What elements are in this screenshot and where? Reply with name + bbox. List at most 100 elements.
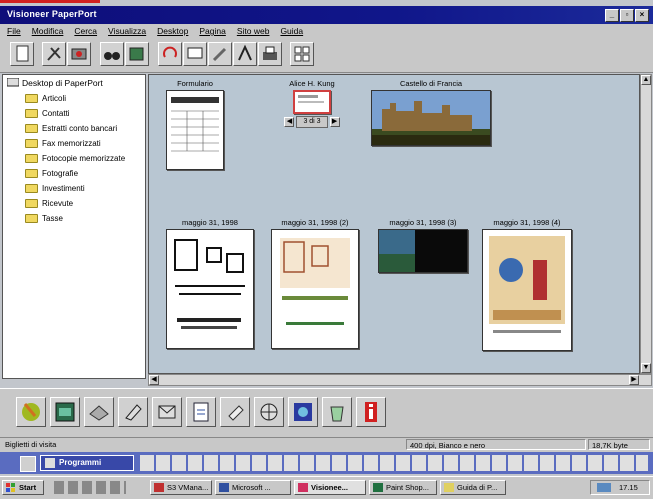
page-view-button[interactable] xyxy=(10,42,34,66)
document-thumbnail[interactable] xyxy=(482,229,572,351)
link-button[interactable] xyxy=(356,397,386,427)
printer-icon xyxy=(89,405,109,421)
scroll-left-button[interactable]: ◀ xyxy=(149,375,159,385)
find-button[interactable] xyxy=(100,42,124,66)
view-button[interactable] xyxy=(183,42,207,66)
folder-label: Ricevute xyxy=(42,199,74,208)
link-button[interactable] xyxy=(288,397,318,427)
item-maggio-1[interactable]: maggio 31, 1998 xyxy=(165,218,255,349)
status-left: Biglietti di visita xyxy=(5,440,57,449)
photo-thumbnail[interactable] xyxy=(371,90,491,146)
link-button[interactable] xyxy=(220,397,250,427)
menu-visualizza[interactable]: Visualizza xyxy=(108,24,146,38)
prev-page-button[interactable]: ◀ xyxy=(284,117,295,127)
window-title: Visioneer PaperPort xyxy=(7,9,97,19)
document-thumbnail[interactable] xyxy=(166,90,224,170)
grid-icon xyxy=(294,46,310,62)
link-button[interactable] xyxy=(152,397,182,427)
castle-photo-icon xyxy=(372,91,490,145)
editor-icon xyxy=(193,402,209,422)
menu-pagina[interactable]: Pagina xyxy=(199,24,225,38)
office-shortcut-icons[interactable] xyxy=(140,455,648,471)
office-bar-button[interactable] xyxy=(20,456,36,472)
business-card-thumbnail[interactable] xyxy=(293,90,331,114)
ocr-button[interactable] xyxy=(233,42,257,66)
sketch-page-icon xyxy=(174,239,245,329)
next-page-button[interactable]: ▶ xyxy=(329,117,340,127)
folder-label: Fax memorizzati xyxy=(42,139,101,148)
vertical-scrollbar[interactable]: ▲ ▼ xyxy=(640,74,652,374)
task-visioneer[interactable]: Visionee... xyxy=(294,480,366,495)
folder-investimenti[interactable]: Investimenti xyxy=(25,184,85,193)
menu-sito-web[interactable]: Sito web xyxy=(237,24,270,38)
item-maggio-3[interactable]: maggio 31, 1998 (3) xyxy=(375,218,471,273)
menu-file[interactable]: File xyxy=(7,24,21,38)
restore-button[interactable]: ▫ xyxy=(620,9,634,22)
quick-launch-icons[interactable] xyxy=(54,481,126,494)
tree-root[interactable]: Desktop di PaperPort xyxy=(7,78,103,88)
thumbnail-grid-button[interactable] xyxy=(290,42,314,66)
horizontal-scrollbar[interactable]: ◀ ▶ xyxy=(148,374,652,386)
task-paint-shop[interactable]: Paint Shop... xyxy=(369,480,437,495)
form-page-icon xyxy=(171,97,219,152)
landscape-photo-icon xyxy=(379,230,467,272)
link-button[interactable] xyxy=(84,397,114,427)
item-castello[interactable]: Castello di Francia xyxy=(369,79,493,146)
item-maggio-4[interactable]: maggio 31, 1998 (4) xyxy=(479,218,575,351)
document-thumbnail[interactable] xyxy=(271,229,359,349)
folder-fax[interactable]: Fax memorizzati xyxy=(25,139,101,148)
item-alice-kung[interactable]: Alice H. Kung ◀ 3 di 3 ▶ xyxy=(269,79,355,128)
speaker-icon[interactable] xyxy=(597,483,611,492)
task-microsoft[interactable]: Microsoft ... xyxy=(215,480,291,495)
stack-button[interactable] xyxy=(125,42,149,66)
task-s3-vmana[interactable]: S3 VMana... xyxy=(150,480,212,495)
programs-label: Programmi xyxy=(59,458,102,467)
rotate-button[interactable] xyxy=(158,42,182,66)
folder-icon xyxy=(25,184,38,193)
binoculars-icon xyxy=(104,52,120,60)
task-guida[interactable]: Guida di P... xyxy=(440,480,506,495)
menu-modifica[interactable]: Modifica xyxy=(32,24,64,38)
link-button[interactable] xyxy=(16,397,46,427)
link-button[interactable] xyxy=(50,397,80,427)
folder-fotografie[interactable]: Fotografie xyxy=(25,169,78,178)
scan-button[interactable] xyxy=(67,42,91,66)
minimize-button[interactable]: _ xyxy=(605,9,619,22)
document-thumbnail[interactable] xyxy=(166,229,254,349)
link-button[interactable] xyxy=(322,397,352,427)
folder-fotocopie[interactable]: Fotocopie memorizzate xyxy=(25,154,125,163)
folder-estratti-conto[interactable]: Estratti conto bancari xyxy=(25,124,117,133)
annotate-button[interactable] xyxy=(208,42,232,66)
rotate-icon xyxy=(163,46,177,58)
menu-cerca[interactable]: Cerca xyxy=(74,24,97,38)
title-bar[interactable]: Visioneer PaperPort _ ▫ × xyxy=(0,6,653,24)
folder-articoli[interactable]: Articoli xyxy=(25,94,66,103)
folder-contatti[interactable]: Contatti xyxy=(25,109,70,118)
photo-thumbnail[interactable] xyxy=(378,229,468,273)
start-button[interactable]: Start xyxy=(2,480,44,495)
tools-button[interactable] xyxy=(42,42,66,66)
link-button[interactable] xyxy=(186,397,216,427)
item-maggio-2[interactable]: maggio 31, 1998 (2) xyxy=(269,218,361,349)
programs-button[interactable]: Programmi xyxy=(40,455,134,471)
desktop-workspace[interactable]: Formulario Alice H. Kung ◀ 3 di 3 ▶ Cast… xyxy=(148,74,640,374)
page-counter: 3 di 3 xyxy=(296,116,328,128)
folder-ricevute[interactable]: Ricevute xyxy=(25,199,73,208)
link-button[interactable] xyxy=(118,397,148,427)
tools-icon xyxy=(47,47,61,61)
mail-icon xyxy=(158,405,176,419)
menu-guida[interactable]: Guida xyxy=(280,24,303,38)
menu-desktop[interactable]: Desktop xyxy=(157,24,188,38)
item-caption: Formulario xyxy=(177,79,213,88)
print-button[interactable] xyxy=(258,42,282,66)
scroll-right-button[interactable]: ▶ xyxy=(629,375,639,385)
scroll-up-button[interactable]: ▲ xyxy=(641,75,651,85)
task-label: S3 VMana... xyxy=(167,483,209,492)
close-button[interactable]: × xyxy=(635,9,649,22)
scroll-down-button[interactable]: ▼ xyxy=(641,363,651,373)
globe-icon xyxy=(260,403,278,421)
link-button[interactable] xyxy=(254,397,284,427)
item-formulario[interactable]: Formulario xyxy=(164,79,226,170)
folder-tasse[interactable]: Tasse xyxy=(25,214,63,223)
folder-icon xyxy=(25,139,38,148)
